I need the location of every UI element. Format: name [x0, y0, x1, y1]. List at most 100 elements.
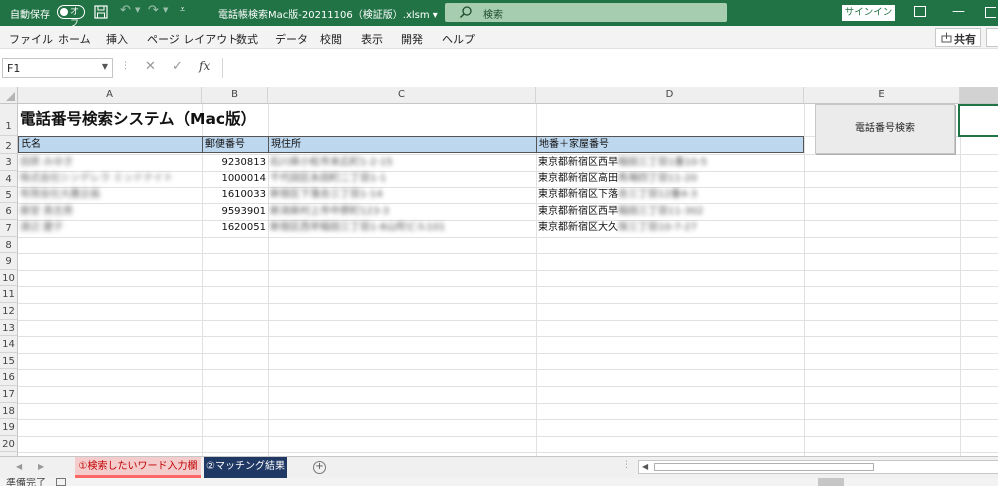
row-header[interactable]: 12 — [0, 303, 18, 320]
title-dropdown-icon: ▾ — [432, 10, 438, 21]
maximize-icon[interactable] — [985, 7, 996, 18]
column-header-b[interactable]: B — [202, 87, 268, 104]
cell-address[interactable]: 新潟県村上市中原町123-3 — [270, 204, 534, 220]
column-header-f[interactable] — [960, 87, 998, 104]
tab-page-layout[interactable]: ページ レイアウト — [147, 31, 238, 47]
tab-insert[interactable]: 挿入 — [106, 31, 128, 47]
header-cell-name[interactable]: 氏名 — [18, 136, 202, 153]
share-button[interactable]: 共有 — [935, 28, 981, 47]
cell-name[interactable]: 渡辺 慶子 — [20, 220, 200, 236]
horizontal-scrollbar[interactable]: ◀ — [638, 460, 998, 474]
comments-button[interactable] — [986, 28, 998, 47]
row-header[interactable]: 3 — [0, 154, 18, 171]
row-header[interactable]: 9 — [0, 253, 18, 270]
row-header[interactable]: 13 — [0, 320, 18, 336]
normal-view-button[interactable] — [818, 478, 844, 486]
undo-icon[interactable]: ↶ — [120, 3, 131, 18]
sheet-tab-matching-results[interactable]: ②マッチング結果 — [204, 457, 287, 478]
cell-address[interactable]: 新宿区下落合三丁目1-14 — [270, 187, 534, 203]
sheet-title[interactable]: 電話番号検索システム（Mac版） — [20, 107, 256, 129]
cell-zip[interactable]: 9230813 — [202, 155, 268, 171]
tab-view[interactable]: 表示 — [361, 31, 383, 47]
tab-home[interactable]: ホーム — [58, 31, 91, 47]
tab-data[interactable]: データ — [275, 31, 308, 47]
page-layout-view-button[interactable] — [850, 478, 876, 486]
redo-dropdown-icon[interactable]: ▼ — [163, 6, 168, 14]
signin-button[interactable]: サインイン — [842, 5, 895, 21]
tab-developer[interactable]: 開発 — [401, 31, 423, 47]
row-header[interactable]: 20 — [0, 436, 18, 452]
row-header[interactable]: 1 — [0, 104, 18, 136]
phone-search-button[interactable]: 電話番号検索 — [815, 104, 955, 154]
cell-zip[interactable]: 1000014 — [202, 171, 268, 187]
prev-sheet-icon[interactable]: ◀ — [16, 462, 22, 471]
cell-lot-number[interactable]: 東京都新宿区西早稲田三丁目1番10-5 — [538, 155, 804, 171]
formula-input[interactable] — [222, 58, 998, 78]
row-header[interactable]: 14 — [0, 336, 18, 353]
tab-review[interactable]: 校閲 — [320, 31, 342, 47]
minimize-icon[interactable]: — — [952, 4, 965, 19]
search-box[interactable]: 検索 — [445, 3, 727, 22]
ribbon-display-options-icon[interactable] — [914, 6, 926, 17]
cell-name[interactable]: 有限会社大鷹企画 — [20, 187, 200, 203]
cell-name[interactable]: 田原 みゆき — [20, 155, 200, 171]
row-header[interactable]: 11 — [0, 286, 18, 303]
select-all-corner[interactable] — [0, 87, 18, 104]
redo-icon[interactable]: ↷ — [148, 3, 159, 18]
formula-bar-grip-icon[interactable]: ⋮ — [121, 61, 130, 71]
tab-file[interactable]: ファイル — [9, 31, 53, 47]
cell-zip[interactable]: 1610033 — [202, 187, 268, 203]
scroll-left-icon[interactable]: ◀ — [642, 462, 648, 471]
header-cell-zip[interactable]: 郵便番号 — [202, 136, 268, 153]
accessibility-icon[interactable] — [56, 478, 66, 486]
row-header[interactable]: 19 — [0, 419, 18, 436]
cell-lot-number[interactable]: 東京都新宿区大久保三丁目10-7-27 — [538, 220, 804, 236]
row-header[interactable]: 17 — [0, 386, 18, 403]
cell-lot-number[interactable]: 東京都新宿区下落合三丁目12番4-3 — [538, 187, 804, 203]
header-cell-lot-number[interactable]: 地番＋家屋番号 — [536, 136, 804, 153]
cell-name[interactable]: 藤堂 貴志男 — [20, 204, 200, 220]
row-header[interactable]: 10 — [0, 270, 18, 286]
row-header[interactable]: 5 — [0, 187, 18, 203]
column-header-d[interactable]: D — [536, 87, 804, 104]
confirm-entry-icon[interactable]: ✓ — [172, 59, 183, 74]
insert-function-icon[interactable]: fx — [199, 59, 210, 73]
selected-cell-f1[interactable] — [958, 104, 998, 137]
name-box[interactable]: F1 ▼ — [2, 58, 113, 78]
row-header[interactable]: 15 — [0, 353, 18, 369]
header-cell-address[interactable]: 現住所 — [268, 136, 536, 153]
tab-formulas[interactable]: 数式 — [236, 31, 258, 47]
autosave-toggle[interactable]: オフ — [57, 5, 85, 29]
cell-address[interactable]: 千代田区永田町二丁目1-1 — [270, 171, 534, 187]
cell-name[interactable]: 株式会社シンデレラ ミッドナイト — [20, 171, 200, 187]
cell-address[interactable]: 新宿区西早稲田三丁目1-8山吹ビル101 — [270, 220, 534, 236]
row-header[interactable]: 6 — [0, 203, 18, 220]
row-header[interactable]: 4 — [0, 171, 18, 187]
undo-dropdown-icon[interactable]: ▼ — [135, 6, 140, 14]
cell-zip[interactable]: 1620051 — [202, 220, 268, 236]
customize-quick-access-icon[interactable]: ⩡ — [180, 5, 185, 15]
tab-split-grip-icon[interactable]: ⋮ — [622, 460, 631, 470]
column-header-c[interactable]: C — [268, 87, 536, 104]
cell-lot-number[interactable]: 東京都新宿区高田馬場四丁目11-20 — [538, 171, 804, 187]
row-header[interactable]: 18 — [0, 403, 18, 419]
cell-zip[interactable]: 9593901 — [202, 204, 268, 220]
tab-help[interactable]: ヘルプ — [442, 31, 475, 47]
row-header[interactable]: 8 — [0, 237, 18, 253]
column-header-a[interactable]: A — [18, 87, 202, 104]
cell-address[interactable]: 石川県小松市末広町1-2-15 — [270, 155, 534, 171]
row-header[interactable]: 2 — [0, 136, 18, 154]
page-break-view-button[interactable] — [882, 478, 908, 486]
sheet-tab-search-input[interactable]: ①検索したいワード入力欄 — [75, 457, 201, 478]
document-title[interactable]: 電話帳検索Mac版-20211106（検証版）.xlsm ▾ — [218, 6, 438, 21]
add-sheet-icon[interactable]: + — [313, 461, 326, 474]
name-box-dropdown-icon[interactable]: ▼ — [102, 62, 108, 71]
scrollbar-thumb[interactable] — [654, 463, 874, 471]
next-sheet-icon[interactable]: ▶ — [38, 462, 44, 471]
column-header-e[interactable]: E — [804, 87, 960, 104]
row-header[interactable]: 7 — [0, 220, 18, 237]
row-header[interactable]: 16 — [0, 369, 18, 386]
cell-lot-number[interactable]: 東京都新宿区西早稲田三丁目11-302 — [538, 204, 804, 220]
cancel-entry-icon[interactable]: ✕ — [145, 59, 156, 74]
save-icon[interactable] — [94, 5, 108, 19]
